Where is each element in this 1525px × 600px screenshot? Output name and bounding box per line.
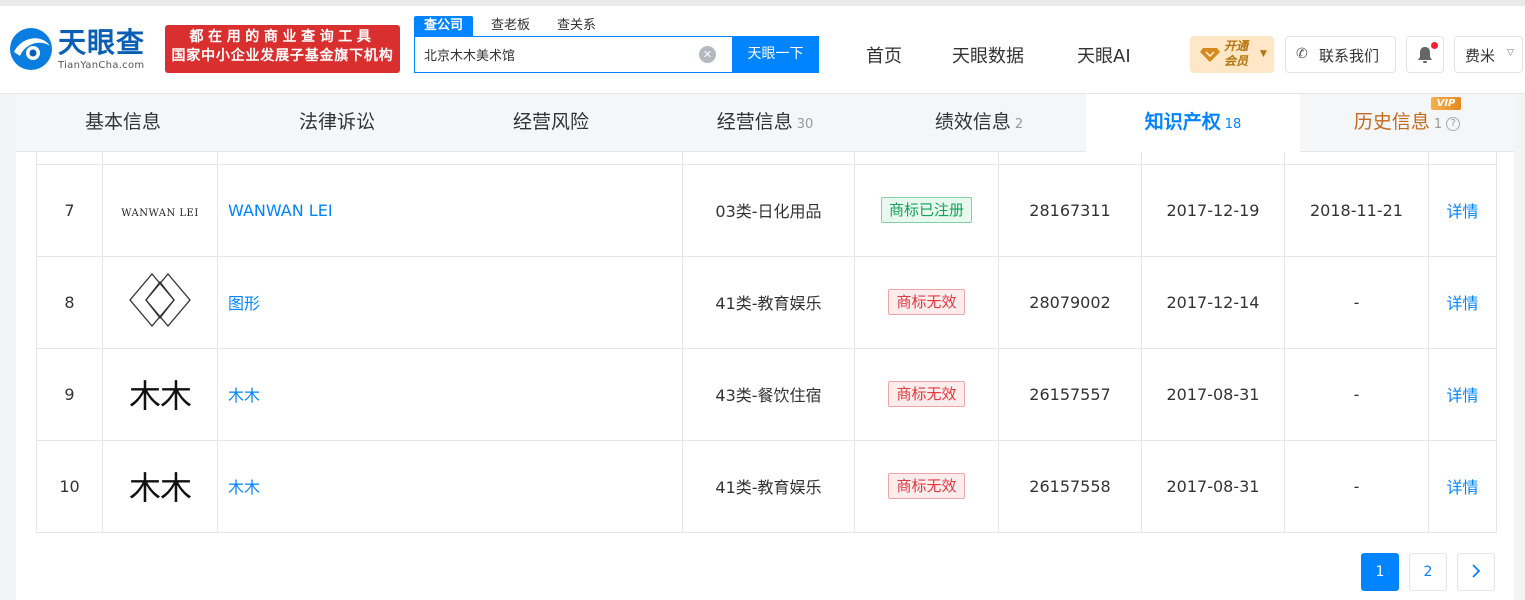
trademark-name-link[interactable]: 木木 <box>228 478 260 497</box>
tab-count: 2 <box>1014 117 1024 132</box>
contact-label: 联系我们 <box>1319 47 1380 65</box>
search-button[interactable]: 天眼一下 <box>732 36 819 73</box>
search-box: ✕ 天眼一下 <box>414 36 819 73</box>
tab-history[interactable]: 历史信息 1? VIP <box>1300 94 1514 152</box>
detail-link[interactable]: 详情 <box>1446 478 1478 497</box>
logo[interactable]: 天眼查 TianYanCha.com <box>8 26 158 76</box>
table-row: 10 木木 木木 41类-教育娱乐 商标无效 26157558 2017-08-… <box>36 439 1497 533</box>
registration-date: - <box>1284 255 1429 349</box>
search-tab-company[interactable]: 查公司 <box>414 16 474 36</box>
trademark-image[interactable]: 木木 <box>102 439 218 533</box>
trademark-name-link[interactable]: WANWAN LEI <box>228 201 333 220</box>
row-number: 10 <box>36 439 103 533</box>
nav-home[interactable]: 首页 <box>866 42 902 68</box>
registration-number: 28079002 <box>998 255 1142 349</box>
search-input[interactable] <box>415 37 705 72</box>
help-icon[interactable]: ? <box>1446 117 1461 131</box>
table-row: 8 图形 41类-教育娱乐 商标无效 28079002 2017-12-14 - <box>36 255 1497 349</box>
status-badge: 商标无效 <box>888 289 965 315</box>
detail-link[interactable]: 详情 <box>1446 294 1478 313</box>
registration-date: - <box>1284 439 1429 533</box>
logo-text: 天眼查 <box>58 26 146 59</box>
trademark-image-text: 木木 <box>128 469 192 507</box>
bell-icon <box>1418 47 1432 63</box>
trademark-image-text: 木木 <box>128 377 192 415</box>
status-badge: 商标无效 <box>888 381 965 407</box>
trademark-category: 41类-教育娱乐 <box>682 439 855 533</box>
trademark-category: 03类-日化用品 <box>682 163 855 257</box>
slogan-line-1: 都在用的商业查询工具 <box>189 29 376 45</box>
logo-domain: TianYanCha.com <box>58 60 145 71</box>
tab-risk[interactable]: 经营风险 <box>444 94 658 152</box>
tab-count: 1 <box>1433 117 1443 132</box>
search-tab-boss[interactable]: 查老板 <box>491 16 530 36</box>
row-number: 9 <box>36 347 103 441</box>
registration-number: 26157557 <box>998 347 1142 441</box>
trademark-panel: 7 WANWAN LEI WANWAN LEI 03类-日化用品 商标已注册 2… <box>16 152 1514 600</box>
tab-intellectual-property[interactable]: 知识产权 18 <box>1086 94 1300 152</box>
notification-dot <box>1431 42 1438 49</box>
row-number: 8 <box>36 255 103 349</box>
header: 天眼查 TianYanCha.com 都在用的商业查询工具 国家中小企业发展子基… <box>0 6 1525 94</box>
trademark-image[interactable] <box>102 255 218 349</box>
slogan-line-2: 国家中小企业发展子基金旗下机构 <box>171 48 394 64</box>
trademark-image[interactable]: WANWAN LEI <box>102 163 218 257</box>
contact-us-button[interactable]: ✆ 联系我们 <box>1285 36 1396 73</box>
apply-date: 2017-08-31 <box>1141 347 1285 441</box>
chevron-right-icon <box>1472 564 1481 578</box>
trademark-category: 43类-餐饮住宿 <box>682 347 855 441</box>
row-number: 7 <box>36 163 103 257</box>
next-page-button[interactable] <box>1457 553 1495 591</box>
diamond-icon <box>1200 48 1220 62</box>
slogan-banner: 都在用的商业查询工具 国家中小企业发展子基金旗下机构 <box>165 25 400 73</box>
page-button-2[interactable]: 2 <box>1409 553 1447 591</box>
tab-basic-info[interactable]: 基本信息 <box>16 94 230 152</box>
registration-date: 2018-11-21 <box>1284 163 1429 257</box>
trademark-category: 41类-教育娱乐 <box>682 255 855 349</box>
user-name: 费米 <box>1465 47 1496 65</box>
tab-legal[interactable]: 法律诉讼 <box>230 94 444 152</box>
trademark-name-link[interactable]: 木木 <box>228 386 260 405</box>
trademark-name-link[interactable]: 图形 <box>228 294 260 313</box>
section-tabs: 基本信息 法律诉讼 经营风险 经营信息 30 绩效信息 2 知识产权 18 历史信息 1… <box>16 94 1514 152</box>
clear-icon[interactable]: ✕ <box>699 46 716 63</box>
status-badge: 商标已注册 <box>880 197 972 223</box>
apply-date: 2017-08-31 <box>1141 439 1285 533</box>
chevron-down-icon: ▽ <box>1507 48 1514 58</box>
apply-date: 2017-12-19 <box>1141 163 1285 257</box>
table-row: 7 WANWAN LEI WANWAN LEI 03类-日化用品 商标已注册 2… <box>36 163 1497 257</box>
search-tab-relation[interactable]: 查关系 <box>557 16 596 36</box>
detail-link[interactable]: 详情 <box>1446 386 1478 405</box>
vip-label: 开通 会员 <box>1224 39 1249 68</box>
status-badge: 商标无效 <box>888 473 965 499</box>
phone-icon: ✆ <box>1296 46 1308 62</box>
nav-data[interactable]: 天眼数据 <box>952 42 1024 68</box>
tab-count: 30 <box>796 117 814 132</box>
registration-number: 26157558 <box>998 439 1142 533</box>
registration-date: - <box>1284 347 1429 441</box>
tab-operation[interactable]: 经营信息 30 <box>658 94 872 152</box>
trademark-table: 7 WANWAN LEI WANWAN LEI 03类-日化用品 商标已注册 2… <box>36 152 1497 533</box>
open-vip-button[interactable]: 开通 会员 ▼ <box>1190 36 1274 73</box>
caret-down-icon: ▼ <box>1260 49 1267 59</box>
diamond-graphic-icon <box>129 272 191 328</box>
tianyancha-logo-icon <box>10 28 52 70</box>
notifications-button[interactable] <box>1406 36 1444 73</box>
apply-date: 2017-12-14 <box>1141 255 1285 349</box>
tab-performance[interactable]: 绩效信息 2 <box>872 94 1086 152</box>
detail-link[interactable]: 详情 <box>1446 202 1478 221</box>
trademark-image-text: WANWAN LEI <box>121 207 199 219</box>
trademark-image[interactable]: 木木 <box>102 347 218 441</box>
page-button-1[interactable]: 1 <box>1361 553 1399 591</box>
user-menu-button[interactable]: 费米 ▽ <box>1454 36 1523 73</box>
registration-number: 28167311 <box>998 163 1142 257</box>
table-row: 9 木木 木木 43类-餐饮住宿 商标无效 26157557 2017-08-3… <box>36 347 1497 441</box>
table-row-partial <box>36 152 1497 165</box>
tab-count: 18 <box>1224 117 1242 132</box>
vip-badge: VIP <box>1431 97 1461 110</box>
nav-ai[interactable]: 天眼AI <box>1077 42 1131 68</box>
